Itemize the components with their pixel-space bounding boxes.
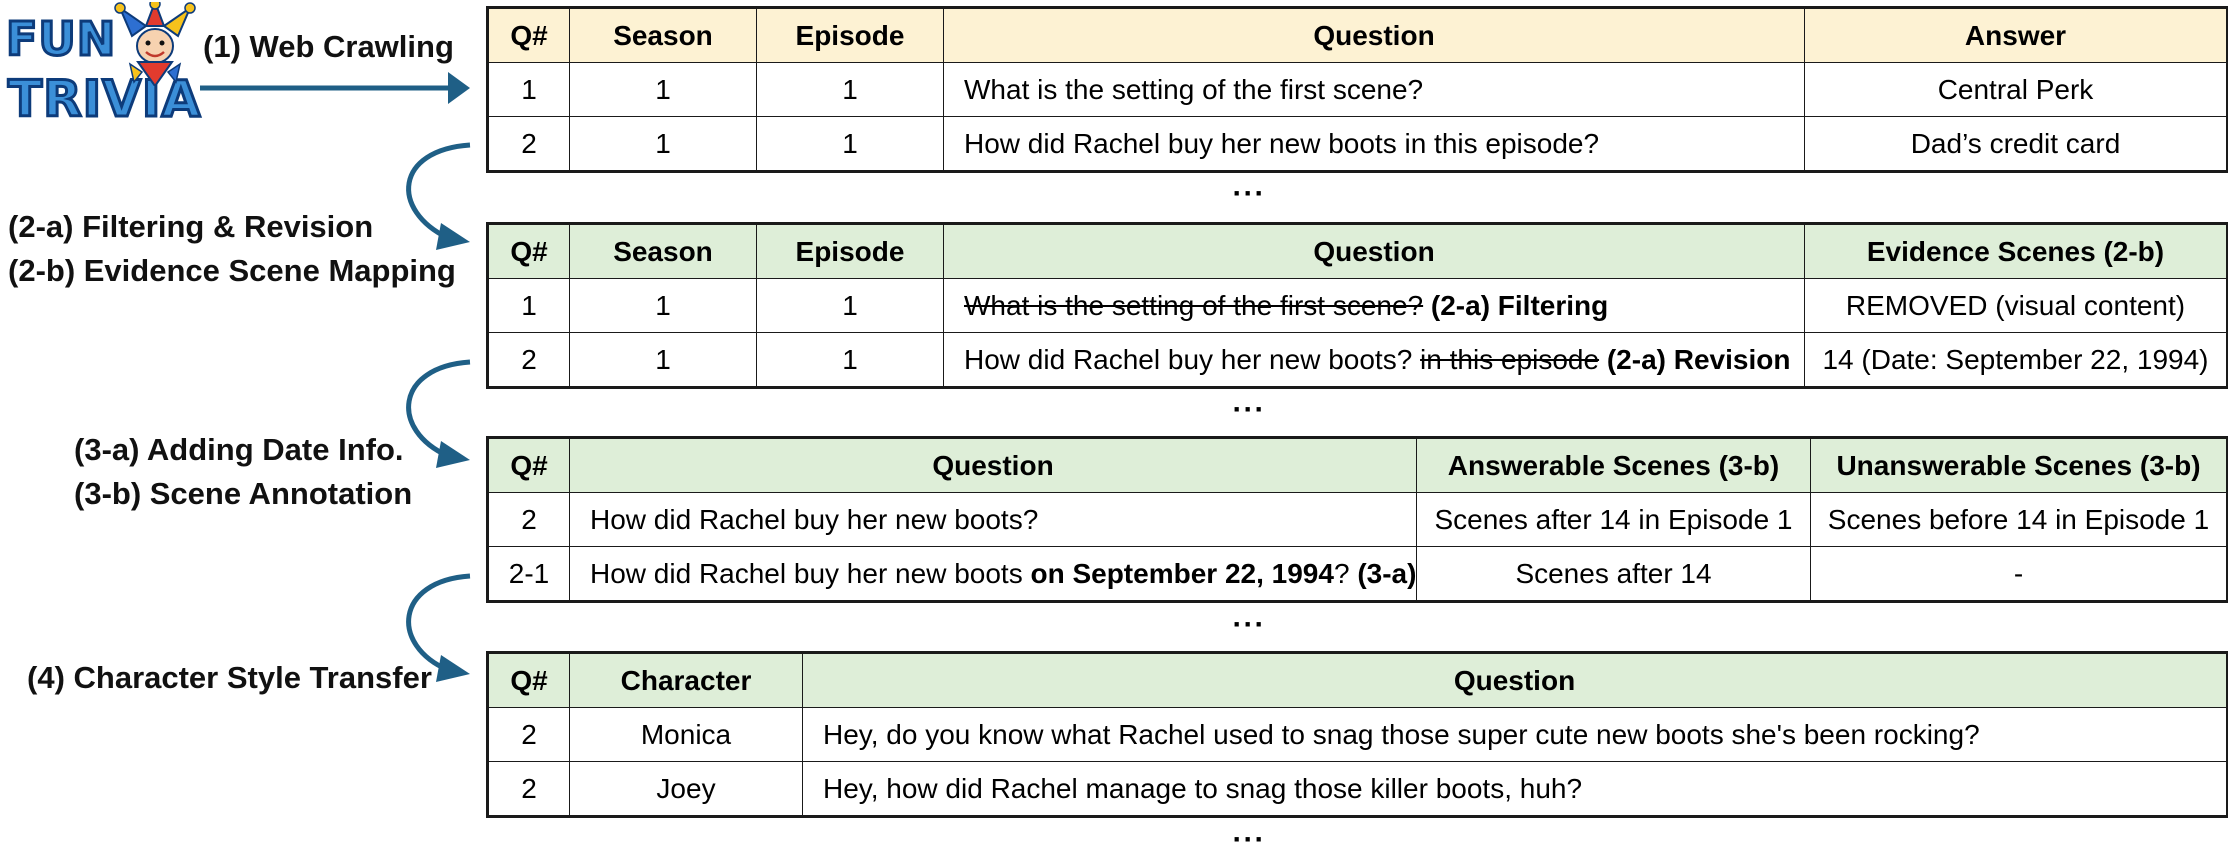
step-tag: (2-a) Filtering xyxy=(1430,289,1609,321)
step-label-filtering-revision: (2-a) Filtering & Revision xyxy=(8,209,374,244)
arrow-style-transfer-head xyxy=(436,655,470,682)
cell-answerable: Scenes after 14 xyxy=(1416,546,1811,602)
col-header-episode: Episode xyxy=(756,223,944,279)
jester-mascot-icon xyxy=(114,2,196,86)
table-scene-annotation: Q# Question Answerable Scenes (3-b) Unan… xyxy=(486,436,2228,603)
cell-episode: 1 xyxy=(756,332,944,388)
arrow-filtering-head xyxy=(436,223,470,250)
cell-answer: Dad’s credit card xyxy=(1804,116,2228,172)
table-row: 2 1 1 How did Rachel buy her new boots i… xyxy=(487,116,2228,172)
step-label-scene-annotation: (3-b) Scene Annotation xyxy=(74,476,413,511)
table-row: 1 1 1 What is the setting of the first s… xyxy=(487,278,2228,333)
cell-answerable: Scenes after 14 in Episode 1 xyxy=(1416,492,1811,547)
cell-question: How did Rachel buy her new boots? xyxy=(569,492,1417,547)
col-header-qnum: Q# xyxy=(487,652,570,708)
col-header-character: Character xyxy=(569,652,803,708)
table-row: 2 1 1 How did Rachel buy her new boots? … xyxy=(487,332,2228,388)
table-row: 2-1 How did Rachel buy her new boots on … xyxy=(487,546,2228,602)
cell-episode: 1 xyxy=(756,278,944,333)
cell-evidence: 14 (Date: September 22, 1994) xyxy=(1804,332,2228,388)
col-header-qnum: Q# xyxy=(487,223,570,279)
step-label-evidence-scene-mapping: (2-b) Evidence Scene Mapping xyxy=(8,253,456,288)
table-row: 2 Monica Hey, do you know what Rachel us… xyxy=(487,707,2228,762)
ellipsis: ··· xyxy=(1232,823,1266,856)
cell-character: Joey xyxy=(569,761,803,817)
cell-season: 1 xyxy=(569,278,757,333)
cell-qnum: 2 xyxy=(487,761,570,817)
question-text: How did Rachel buy her new boots? xyxy=(964,343,1413,375)
col-header-season: Season xyxy=(569,223,757,279)
table-row: 2 Joey Hey, how did Rachel manage to sna… xyxy=(487,761,2228,817)
cell-episode: 1 xyxy=(756,116,944,172)
struck-question-text: in this episode xyxy=(1420,343,1600,375)
cell-answer: Central Perk xyxy=(1804,62,2228,117)
date-text: on September 22, 1994 xyxy=(1030,557,1334,589)
table-header-row: Q# Question Answerable Scenes (3-b) Unan… xyxy=(487,437,2228,493)
cell-qnum: 2 xyxy=(487,116,570,172)
struck-question-text: What is the setting of the first scene? xyxy=(964,289,1424,321)
table-header-row: Q# Season Episode Question Evidence Scen… xyxy=(487,223,2228,279)
table-web-crawling: Q# Season Episode Question Answer 1 1 1 … xyxy=(486,6,2228,173)
cell-question: What is the setting of the first scene? … xyxy=(943,278,1805,333)
col-header-season: Season xyxy=(569,7,757,63)
cell-question: How did Rachel buy her new boots on Sept… xyxy=(569,546,1417,602)
cell-season: 1 xyxy=(569,116,757,172)
col-header-answerable-scenes: Answerable Scenes (3-b) xyxy=(1416,437,1811,493)
ellipsis: ··· xyxy=(1232,393,1266,426)
cell-qnum: 2 xyxy=(487,707,570,762)
table-row: 2 How did Rachel buy her new boots? Scen… xyxy=(487,492,2228,547)
ellipsis: ··· xyxy=(1232,608,1266,641)
table-character-style: Q# Character Question 2 Monica Hey, do y… xyxy=(486,651,2228,818)
cell-season: 1 xyxy=(569,62,757,117)
cell-qnum: 2-1 xyxy=(487,546,570,602)
cell-episode: 1 xyxy=(756,62,944,117)
cell-qnum: 2 xyxy=(487,332,570,388)
step-label-character-style-transfer: (4) Character Style Transfer xyxy=(27,660,432,695)
col-header-question: Question xyxy=(569,437,1417,493)
cell-qnum: 1 xyxy=(487,278,570,333)
step-tag: (3-a) xyxy=(1357,557,1417,589)
table-row: 1 1 1 What is the setting of the first s… xyxy=(487,62,2228,117)
question-mark: ? xyxy=(1333,557,1350,589)
step-label-adding-date-info: (3-a) Adding Date Info. xyxy=(74,432,404,467)
step-tag: (2-a) Revision xyxy=(1606,343,1791,375)
col-header-evidence-scenes: Evidence Scenes (2-b) xyxy=(1804,223,2228,279)
cell-question: Hey, do you know what Rachel used to sna… xyxy=(802,707,2228,762)
cell-question: How did Rachel buy her new boots? in thi… xyxy=(943,332,1805,388)
arrow-web-crawling-head xyxy=(448,72,470,104)
step-label-web-crawling: (1) Web Crawling xyxy=(203,29,454,64)
col-header-episode: Episode xyxy=(756,7,944,63)
table-filtering-evidence: Q# Season Episode Question Evidence Scen… xyxy=(486,222,2228,389)
ellipsis: ··· xyxy=(1232,177,1266,210)
cell-evidence: REMOVED (visual content) xyxy=(1804,278,2228,333)
cell-unanswerable: - xyxy=(1810,546,2228,602)
arrow-filtering xyxy=(406,142,471,241)
cell-character: Monica xyxy=(569,707,803,762)
cell-qnum: 2 xyxy=(487,492,570,547)
cell-question: What is the setting of the first scene? xyxy=(943,62,1805,117)
col-header-question: Question xyxy=(943,7,1805,63)
col-header-question: Question xyxy=(943,223,1805,279)
fun-trivia-logo: FUN TRIVIA xyxy=(4,2,202,134)
col-header-question: Question xyxy=(802,652,2228,708)
cell-question: How did Rachel buy her new boots in this… xyxy=(943,116,1805,172)
cell-season: 1 xyxy=(569,332,757,388)
col-header-unanswerable-scenes: Unanswerable Scenes (3-b) xyxy=(1810,437,2228,493)
col-header-qnum: Q# xyxy=(487,7,570,63)
col-header-answer: Answer xyxy=(1804,7,2228,63)
question-text: How did Rachel buy her new boots xyxy=(590,557,1023,589)
cell-unanswerable: Scenes before 14 in Episode 1 xyxy=(1810,492,2228,547)
arrow-date-info xyxy=(406,359,471,459)
cell-question: Hey, how did Rachel manage to snag those… xyxy=(802,761,2228,817)
col-header-qnum: Q# xyxy=(487,437,570,493)
table-header-row: Q# Character Question xyxy=(487,652,2228,708)
table-header-row: Q# Season Episode Question Answer xyxy=(487,7,2228,63)
arrow-date-info-head xyxy=(436,441,470,468)
cell-qnum: 1 xyxy=(487,62,570,117)
